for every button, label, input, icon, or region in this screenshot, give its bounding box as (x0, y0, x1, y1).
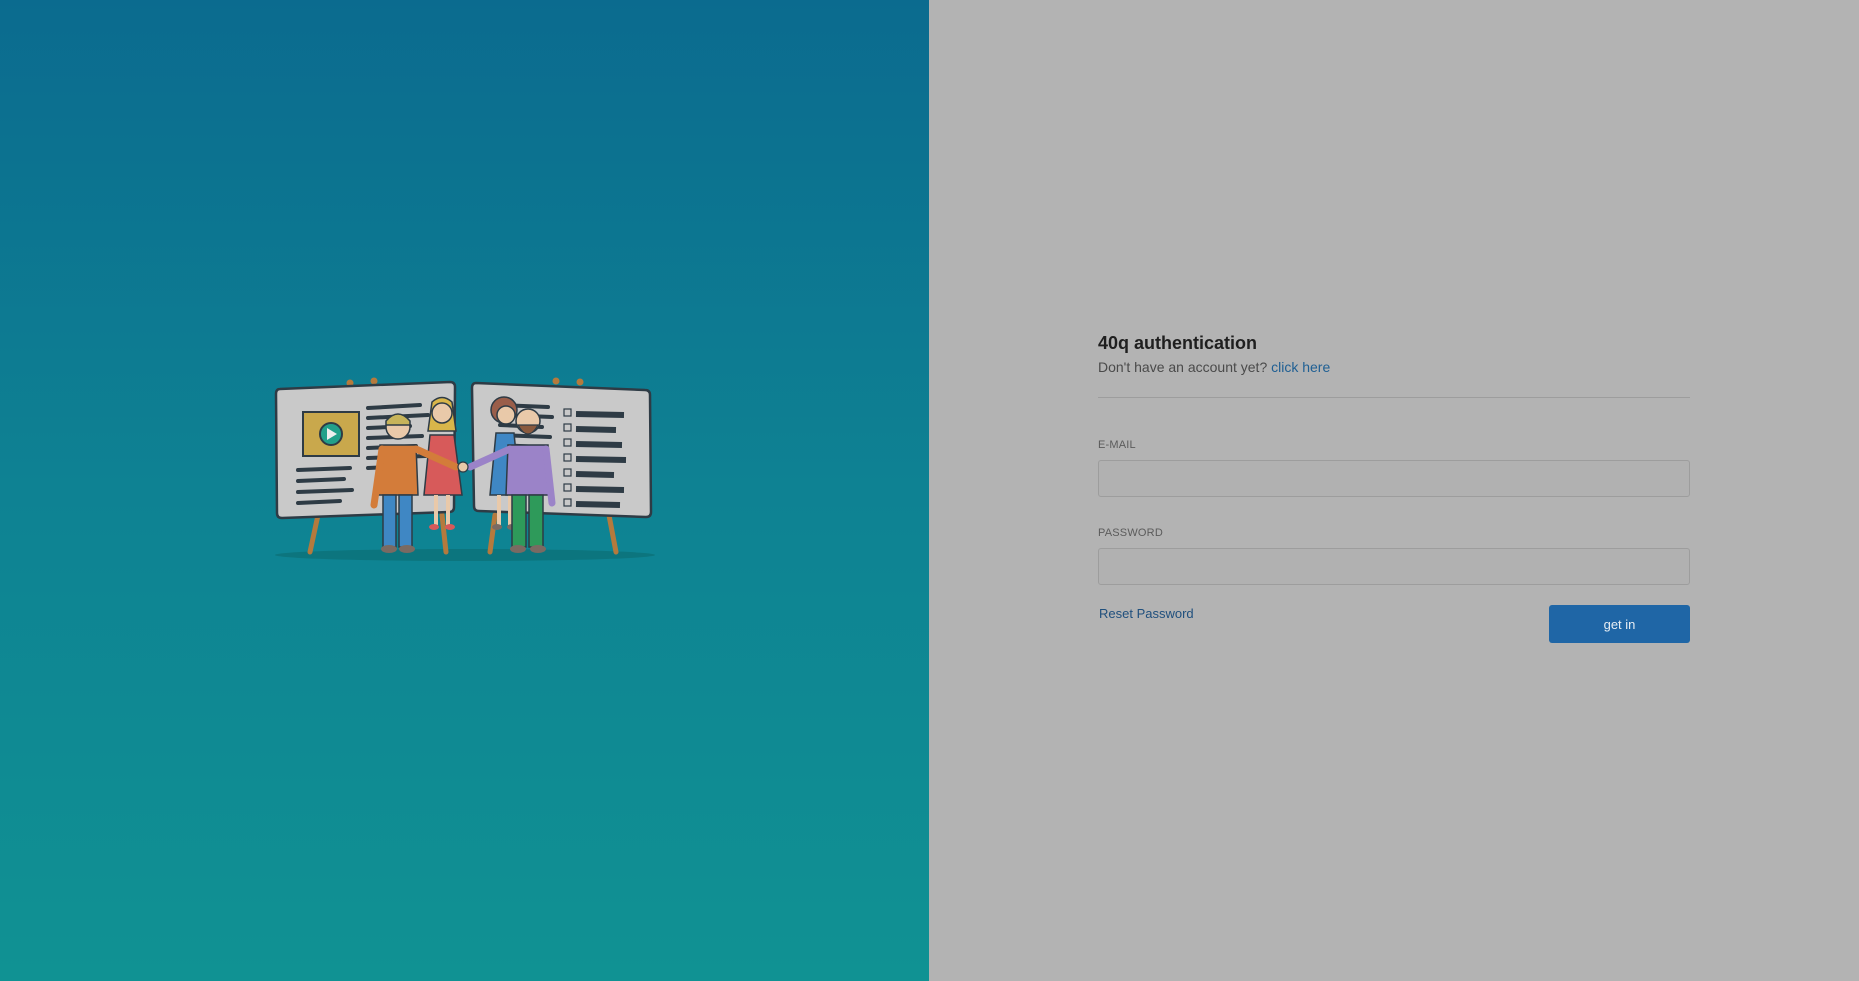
password-label: PASSWORD (1098, 527, 1163, 539)
reset-password-link[interactable]: Reset Password (1099, 606, 1194, 621)
hero-panel (0, 0, 929, 981)
team-presentation-illustration (274, 377, 655, 561)
get-in-button[interactable]: get in (1549, 605, 1690, 643)
password-field[interactable] (1098, 548, 1690, 585)
page-title: 40q authentication (1098, 333, 1258, 353)
login-form: 40q authentication Don't have an account… (1098, 332, 1690, 643)
form-actions: Reset Password get in (1098, 605, 1690, 643)
divider (1098, 397, 1690, 398)
authentication-panel: 40q authentication Don't have an account… (929, 0, 1859, 981)
email-field[interactable] (1098, 460, 1690, 497)
signup-prompt: Don't have an account yet? click here (1098, 359, 1690, 376)
signup-prompt-text: Don't have an account yet? (1098, 359, 1268, 375)
signup-link[interactable]: click here (1271, 359, 1330, 375)
email-label: E-MAIL (1098, 439, 1136, 451)
